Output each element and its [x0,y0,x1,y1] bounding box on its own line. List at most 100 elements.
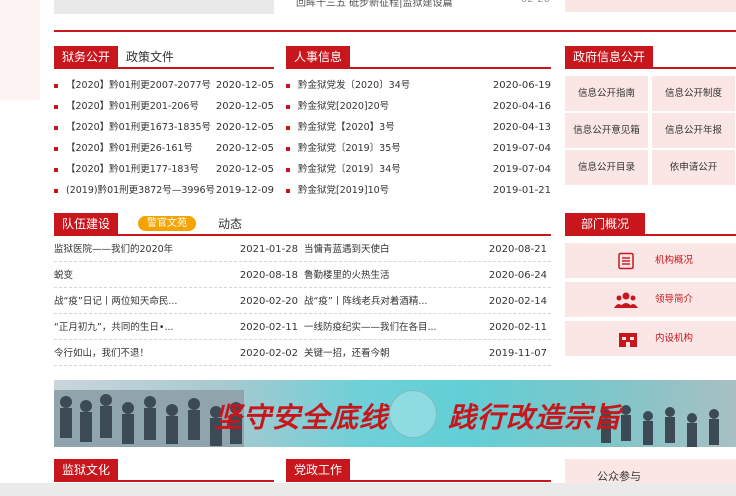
top-news-snippet[interactable]: 回眸十三五 砥步新征程|监狱建设篇 02-20 [286,0,550,8]
list-item-title: 令行如山，我们不退！ [54,348,150,359]
list-item-date: 2020-12-05 [215,164,274,175]
left-edge-pink [0,0,40,100]
list-item[interactable]: 【2020】黔01刑更177-183号 2020-12-05 [54,160,274,180]
tab-prison-culture[interactable]: 监狱文化 [54,459,119,481]
list-item-title: 黔金狱党〔2019〕34号 [298,164,401,175]
tab-party-work[interactable]: 党政工作 [286,459,351,481]
list-item[interactable]: 黔金狱党[2020]20号 2020-04-16 [286,97,551,117]
gov-info-cell[interactable]: 信息公开年报 [652,113,735,148]
list-item[interactable]: 令行如山，我们不退！ 2020-02-02 [54,342,302,366]
list-item[interactable]: 监狱医院——我们的2020年 2021-01-28 [54,238,302,262]
top-gray-strip [54,0,274,14]
gov-info-cell[interactable]: 信息公开指南 [565,76,648,111]
document-list-icon [618,252,634,270]
list-item-date: 2019-12-09 [215,185,274,196]
list-item-date: 2020-12-05 [215,143,274,154]
list-item-title: 黔金狱党〔2019〕35号 [298,143,401,154]
tab-policy-files[interactable]: 政策文件 [126,46,174,68]
list-item-date: 2020-08-21 [488,244,547,255]
gov-info-title: 政府信息公开 [565,46,654,68]
bullet-icon [286,84,290,88]
list-item-title: 关键一招，还看今朝 [304,348,390,359]
personnel-panel: 人事信息 黔金狱党发〔2020〕34号 2020-06-19 黔金狱党[2020]2… [286,46,551,206]
list-item[interactable]: 黔金狱党〔2019〕34号 2019-07-04 [286,160,551,180]
tab-personnel[interactable]: 人事信息 [286,46,351,68]
panel-underline [565,67,736,69]
bullet-icon [54,189,58,193]
list-item-date: 2019-07-04 [492,164,551,175]
list-item-date: 2020-04-16 [492,101,551,112]
bullet-icon [286,105,290,109]
list-item[interactable]: 黔金狱党发〔2020〕34号 2020-06-19 [286,76,551,96]
list-item[interactable]: 黔金狱党【2020】3号 2020-04-13 [286,118,551,138]
list-item[interactable]: 当慵青蓝遇到天使白 2020-08-21 [304,238,551,262]
panel-underline [286,67,551,69]
panel-underline [54,480,274,482]
gov-info-cell[interactable]: 信息公开意见箱 [565,113,648,148]
list-item[interactable]: 【2020】黔01刑更2007-2077号 2020-12-05 [54,76,274,96]
list-item-date: 2020-12-05 [215,80,274,91]
list-item-title: 战“疫”丨阵线老兵对着酒精... [304,296,428,307]
bullet-icon [54,147,58,151]
list-item-date: 2020-02-11 [488,322,547,333]
list-item-date: 2020-06-19 [492,80,551,91]
bullet-icon [286,168,290,172]
list-item-title: 战“疫”日记丨两位知天命民... [54,296,178,307]
list-item[interactable]: 黔金狱党〔2019〕35号 2019-07-04 [286,139,551,159]
panel-underline [565,234,736,236]
bullet-icon [286,126,290,130]
list-item[interactable]: 战“疫”日记丨两位知天命民... 2020-02-20 [54,290,302,314]
list-item[interactable]: 一线防疫纪实——我们在各目... 2020-02-11 [304,316,551,340]
list-item-title: 一线防疫纪实——我们在各目... [304,322,437,333]
list-item-date: 2020-04-13 [492,122,551,133]
list-item[interactable]: 【2020】黔01刑更26-161号 2020-12-05 [54,139,274,159]
list-item-title: (2019)黔01刑更3872号—3996号 [66,185,216,196]
bullet-icon [286,189,290,193]
list-item[interactable]: “正月初九”，共同的生日•... 2020-02-11 [54,316,302,340]
tab-dynamics[interactable]: 动态 [218,213,242,235]
panel-underline [286,480,551,482]
public-participation-panel[interactable]: 公众参与 [565,459,736,483]
dept-item-leaders[interactable]: 领导简介 [565,282,736,317]
panel-underline [54,67,274,69]
list-item-date: 2019-07-04 [492,143,551,154]
list-item[interactable]: 关键一招，还看今朝 2019-11-07 [304,342,551,366]
gov-info-cell[interactable]: 信息公开目录 [565,150,648,185]
tab-team-building[interactable]: 队伍建设 [54,213,119,235]
gov-info-cell[interactable]: 依申请公开 [652,150,735,185]
list-item-title: 【2020】黔01刑更26-161号 [66,143,193,154]
list-item[interactable]: 【2020】黔01刑更201-206号 2020-12-05 [54,97,274,117]
list-item-title: 黔金狱党【2020】3号 [298,122,395,133]
list-item-title: 蜕变 [54,270,74,281]
gov-info-cell[interactable]: 信息公开制度 [652,76,735,111]
dept-item-org[interactable]: 机构概况 [565,243,736,278]
list-item-date: 2020-12-05 [215,101,274,112]
list-item[interactable]: 【2020】黔01刑更1673-1835号 2020-12-05 [54,118,274,138]
party-panel: 党政工作 [286,459,551,483]
building-icon [619,333,637,347]
top-snippet-date: 02-20 [521,0,550,5]
list-item[interactable]: 蜕变 2020-08-18 [54,264,302,288]
list-item-title: 监狱医院——我们的2020年 [54,244,174,255]
list-item[interactable]: 鲁勤楼里的火热生活 2020-06-24 [304,264,551,288]
list-item[interactable]: 黔金狱党[2019]10号 2019-01-21 [286,181,551,201]
list-item-title: 黔金狱党发〔2020〕34号 [298,80,411,91]
prison-affairs-panel: 狱务公开 政策文件 【2020】黔01刑更2007-2077号 2020-12-0… [54,46,274,206]
dept-item-label: 领导简介 [655,294,694,305]
banner[interactable]: 坚守安全底线 践行改造宗旨 [54,380,736,447]
bullet-icon [54,105,58,109]
banner-slogan-right: 践行改造宗旨 [448,401,623,434]
dept-item-label: 机构概况 [655,255,694,266]
list-item-date: 2020-02-11 [239,322,298,333]
tab-police-essays[interactable]: 警官文苑 [138,216,196,231]
list-item-date: 2020-02-14 [488,296,547,307]
tab-prison-affairs[interactable]: 狱务公开 [54,46,119,68]
list-item-title: 【2020】黔01刑更177-183号 [66,164,199,175]
people-group-icon [614,292,638,308]
list-item-title: 黔金狱党[2020]20号 [298,101,390,112]
dept-item-internal[interactable]: 内设机构 [565,321,736,356]
list-item[interactable]: (2019)黔01刑更3872号—3996号 2019-12-09 [54,181,274,201]
list-item[interactable]: 战“疫”丨阵线老兵对着酒精... 2020-02-14 [304,290,551,314]
bullet-icon [286,147,290,151]
list-item-title: 【2020】黔01刑更201-206号 [66,101,199,112]
